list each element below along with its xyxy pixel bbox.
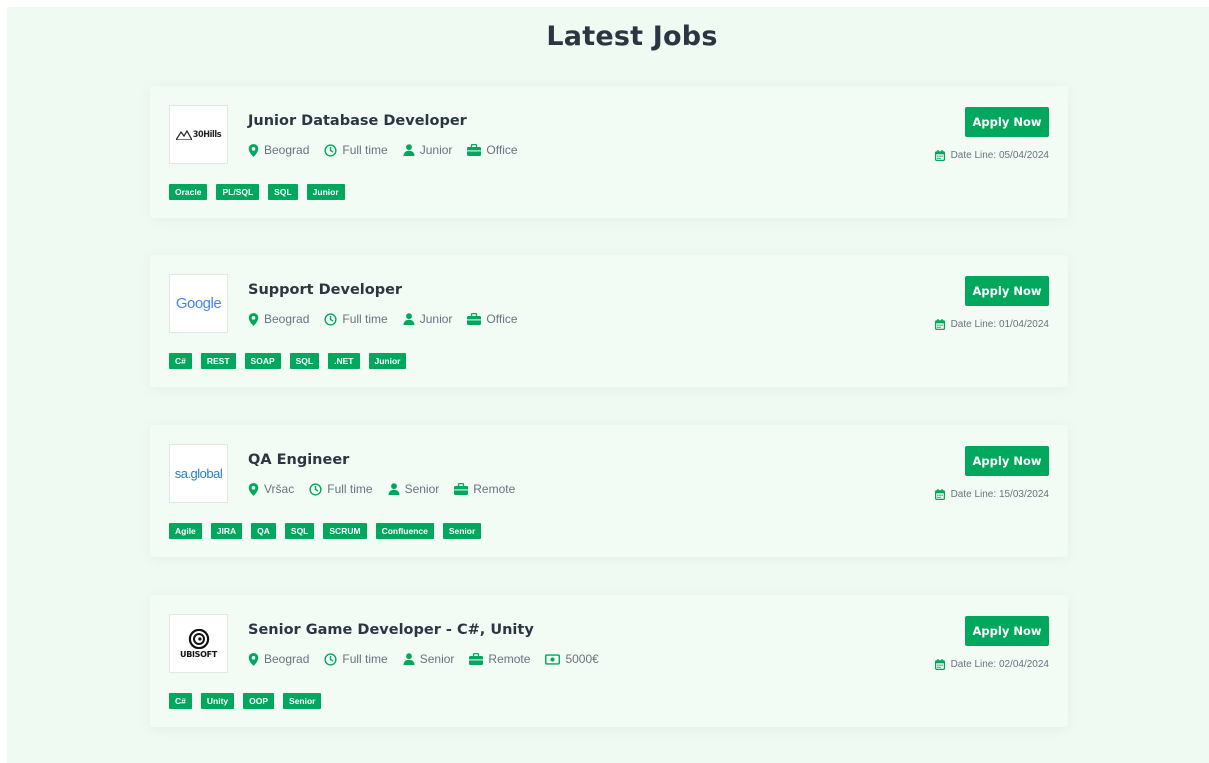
job-level: Senior (388, 482, 439, 496)
job-level: Senior (403, 652, 454, 666)
jobs-page: Latest Jobs 30Hills Junior Database Devel… (7, 7, 1209, 763)
clock-icon (324, 143, 342, 157)
skill-tag: REST (200, 353, 236, 369)
user-icon (388, 483, 405, 495)
calendar-icon (934, 319, 951, 330)
company-logo-text: UBISOFT (180, 649, 217, 659)
skill-tag: C# (169, 693, 192, 709)
briefcase-icon (467, 313, 486, 325)
briefcase-icon (469, 653, 488, 665)
job-type: Full time (324, 312, 388, 326)
skill-tags: Oracle PL/SQL SQL Junior (169, 184, 354, 200)
job-meta: Beograd Full time Junior Office (248, 143, 533, 157)
skill-tag: SOAP (244, 353, 281, 369)
job-card[interactable]: 30Hills Junior Database Developer Beograd F… (150, 86, 1068, 218)
apply-now-button[interactable]: Apply Now (965, 446, 1049, 476)
job-meta: Beograd Full time Senior Remote 5000€ (248, 652, 614, 666)
job-level: Junior (403, 143, 452, 157)
mountain-icon (175, 129, 192, 140)
map-pin-icon (248, 143, 264, 157)
job-card[interactable]: sa.global QA Engineer Vršac Full time Senior… (150, 425, 1068, 557)
company-logo-text: sa.global (174, 466, 223, 481)
skill-tag: .NET (328, 353, 360, 369)
date-line: Date Line: 02/04/2024 (934, 659, 1049, 670)
job-location: Beograd (248, 312, 309, 326)
job-title[interactable]: Senior Game Developer - C#, Unity (248, 622, 534, 638)
job-workplace: Remote (469, 652, 530, 666)
job-card[interactable]: UBISOFT Senior Game Developer - C#, Unity… (150, 595, 1068, 727)
page-title: Latest Jobs (546, 21, 718, 52)
job-card[interactable]: Google Support Developer Beograd Full time J… (150, 255, 1068, 387)
briefcase-icon (454, 483, 473, 495)
company-logo: Google (169, 274, 228, 333)
skill-tag: JIRA (210, 523, 243, 539)
briefcase-icon (467, 144, 486, 156)
job-workplace: Office (467, 312, 518, 326)
clock-icon (324, 652, 342, 666)
skill-tag: Unity (200, 693, 235, 709)
skill-tag: SQL (268, 184, 298, 200)
skill-tag: SCRUM (323, 523, 367, 539)
apply-now-button[interactable]: Apply Now (965, 276, 1049, 306)
map-pin-icon (248, 312, 264, 326)
user-icon (403, 313, 420, 325)
map-pin-icon (248, 482, 264, 496)
skill-tag: Senior (283, 693, 322, 709)
job-title[interactable]: Junior Database Developer (248, 113, 467, 129)
job-type: Full time (309, 482, 373, 496)
skill-tag: QA (251, 523, 276, 539)
company-logo: UBISOFT (169, 614, 228, 673)
company-logo: sa.global (169, 444, 228, 503)
skill-tag: OOP (243, 693, 275, 709)
skill-tag: SQL (284, 523, 315, 539)
calendar-icon (934, 489, 951, 500)
company-logo-text: 30Hills (192, 129, 222, 140)
skill-tag: Junior (368, 353, 407, 369)
company-logo-text: Google (175, 295, 222, 312)
job-location: Beograd (248, 652, 309, 666)
skill-tag: Senior (442, 523, 482, 539)
job-workplace: Office (467, 143, 518, 157)
date-line: Date Line: 01/04/2024 (934, 319, 1049, 330)
job-type: Full time (324, 143, 388, 157)
skill-tags: C# Unity OOP Senior (169, 693, 330, 709)
job-workplace: Remote (454, 482, 515, 496)
job-title[interactable]: QA Engineer (248, 452, 349, 468)
skill-tag: PL/SQL (216, 184, 260, 200)
date-line: Date Line: 15/03/2024 (934, 489, 1049, 500)
apply-now-button[interactable]: Apply Now (965, 107, 1049, 137)
skill-tags: Agile JIRA QA SQL SCRUM Confluence Senior (169, 523, 490, 539)
salary: 5000€ (545, 652, 599, 666)
company-logo: 30Hills (169, 105, 228, 164)
money-icon (545, 653, 565, 665)
job-meta: Beograd Full time Junior Office (248, 312, 533, 326)
job-level: Junior (403, 312, 452, 326)
job-location: Beograd (248, 143, 309, 157)
skill-tag: Confluence (375, 523, 434, 539)
skill-tag: Oracle (169, 184, 208, 200)
clock-icon (309, 482, 327, 496)
job-title[interactable]: Support Developer (248, 282, 402, 298)
calendar-icon (934, 659, 951, 670)
user-icon (403, 144, 420, 156)
job-meta: Vršac Full time Senior Remote (248, 482, 530, 496)
skill-tag: SQL (289, 353, 320, 369)
skill-tag: Agile (169, 523, 202, 539)
apply-now-button[interactable]: Apply Now (965, 616, 1049, 646)
clock-icon (324, 312, 342, 326)
date-line: Date Line: 05/04/2024 (934, 150, 1049, 161)
skill-tag: Junior (306, 184, 345, 200)
job-location: Vršac (248, 482, 294, 496)
calendar-icon (934, 150, 951, 161)
user-icon (403, 653, 420, 665)
skill-tags: C# REST SOAP SQL .NET Junior (169, 353, 415, 369)
map-pin-icon (248, 652, 264, 666)
job-type: Full time (324, 652, 388, 666)
skill-tag: C# (169, 353, 192, 369)
ubisoft-swirl-icon (188, 628, 209, 649)
